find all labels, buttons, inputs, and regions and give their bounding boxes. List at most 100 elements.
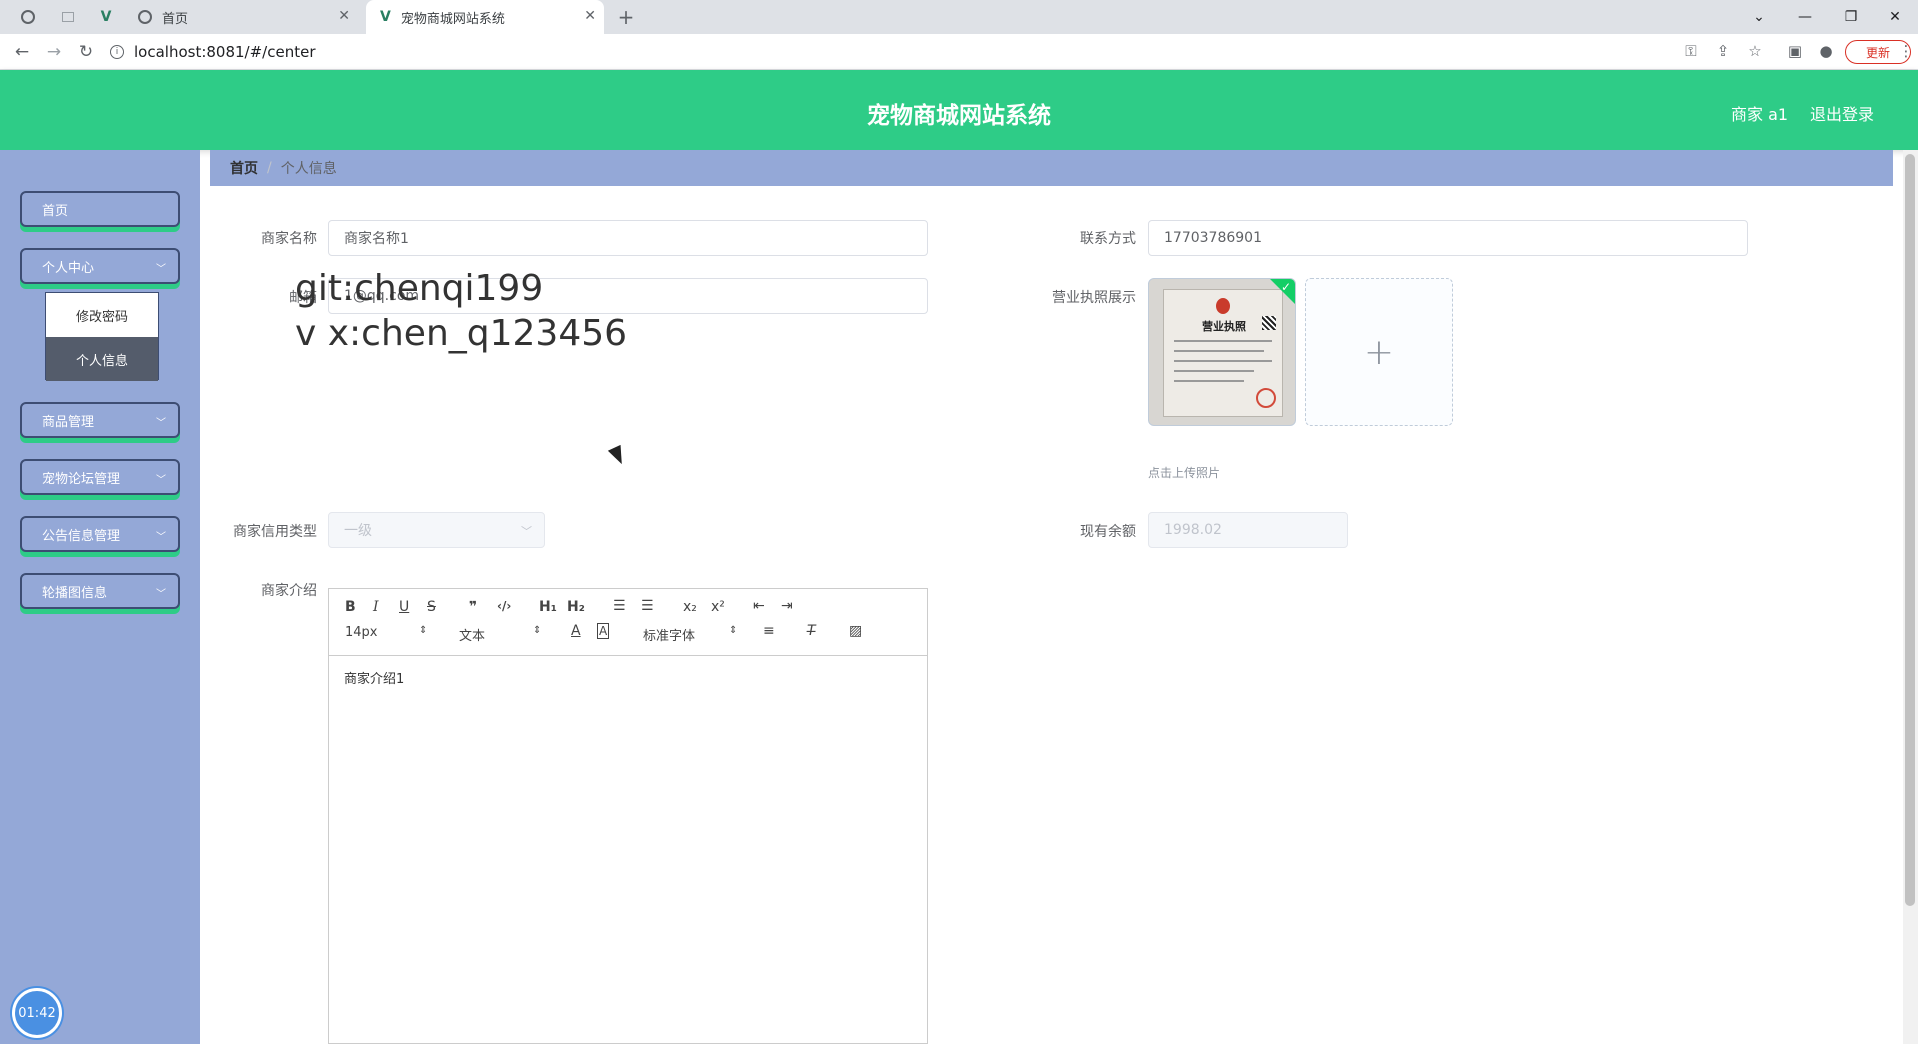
tab-home[interactable]: 首页 ✕: [132, 0, 358, 34]
share-icon[interactable]: ⇪: [1713, 42, 1733, 60]
blockquote-icon[interactable]: ❞: [469, 599, 477, 615]
sidebar-item-home[interactable]: 首页: [20, 191, 180, 227]
sidebar-item-products[interactable]: 商品管理 ﹀: [20, 402, 180, 438]
chevron-down-icon: ﹀: [156, 264, 166, 275]
chevron-down-icon: ﹀: [156, 589, 166, 600]
sidebar-item-announcements[interactable]: 公告信息管理 ﹀: [20, 516, 180, 552]
browser-addressbar: ← → ↻ i localhost:8081/#/center ⚿ ⇪ ☆ ▣ …: [0, 34, 1918, 70]
submenu: 修改密码 个人信息: [45, 292, 159, 381]
heading1-icon[interactable]: H₁: [539, 599, 557, 615]
editor-toolbar: B I U S ❞ ‹/› H₁ H₂ ☰ ☰ x₂ x² ⇤ ⇥ 14px ⇕ …: [329, 589, 927, 656]
scrollbar-thumb[interactable]: [1905, 154, 1915, 906]
upload-plus-button[interactable]: +: [1305, 278, 1453, 426]
watermark-line2: v x:chen_q123456: [295, 313, 628, 354]
chevron-down-icon: ﹀: [521, 525, 532, 538]
sidebar-item-carousel[interactable]: 轮播图信息 ﹀: [20, 573, 180, 609]
emblem-icon: [1216, 298, 1230, 314]
rich-text-editor: B I U S ❞ ‹/› H₁ H₂ ☰ ☰ x₂ x² ⇤ ⇥ 14px ⇕ …: [328, 588, 928, 1044]
timer-badge[interactable]: 01:42: [12, 988, 62, 1038]
app-title: 宠物商城网站系统: [867, 103, 1051, 129]
tab-title: 宠物商城网站系统: [400, 11, 505, 27]
profile-icon[interactable]: ●: [1816, 42, 1836, 60]
new-tab-button[interactable]: +: [616, 5, 636, 29]
close-icon[interactable]: ✕: [338, 8, 350, 24]
sidebar-item-label: 公告信息管理: [42, 528, 121, 544]
ordered-list-icon[interactable]: ☰: [613, 598, 626, 614]
sidebar-item-label: 商品管理: [42, 414, 95, 430]
font-size-select[interactable]: 14px ⇕: [345, 625, 427, 640]
subscript-icon[interactable]: x₂: [683, 599, 697, 615]
sidebar-item-label: 首页: [42, 203, 69, 219]
forward-icon[interactable]: →: [42, 40, 66, 64]
close-icon[interactable]: ✕: [584, 8, 596, 24]
merchant-name-label: 商家名称: [261, 231, 317, 247]
back-icon[interactable]: ←: [10, 40, 34, 64]
breadcrumb-home[interactable]: 首页: [230, 158, 258, 178]
url-bar[interactable]: i localhost:8081/#/center: [110, 38, 1670, 66]
tab-active[interactable]: V 宠物商城网站系统 ✕: [366, 0, 604, 34]
italic-icon[interactable]: I: [373, 599, 379, 615]
sidebar-item-forum[interactable]: 宠物论坛管理 ﹀: [20, 459, 180, 495]
key-icon[interactable]: ⚿: [1681, 42, 1701, 60]
credit-type-select[interactable]: 一级 ﹀: [328, 512, 545, 548]
sidebar-item-personal-center[interactable]: 个人中心 ﹀: [20, 248, 180, 284]
breadcrumb-separator: /: [267, 160, 272, 176]
bullet-list-icon[interactable]: ☰: [641, 598, 654, 614]
tab-favicon-blank-icon[interactable]: [58, 7, 78, 27]
clear-format-icon[interactable]: T̶: [807, 623, 816, 639]
menu-icon[interactable]: ⋮: [1896, 42, 1916, 60]
chevron-down-icon: ﹀: [156, 475, 166, 486]
indent-icon[interactable]: ⇥: [781, 598, 793, 614]
merchant-name-input[interactable]: 商家名称1: [328, 220, 928, 256]
block-type-value: 文本: [459, 629, 486, 644]
align-icon[interactable]: ≡: [763, 623, 775, 639]
strikethrough-icon[interactable]: S: [427, 599, 436, 615]
editor-content[interactable]: 商家介绍1: [329, 656, 927, 699]
chevron-down-icon: ﹀: [156, 532, 166, 543]
vue-icon: V: [380, 9, 391, 25]
tab-search-icon[interactable]: ⌄: [1736, 0, 1782, 34]
submenu-change-password[interactable]: 修改密码: [46, 293, 158, 337]
star-icon[interactable]: ☆: [1745, 42, 1765, 60]
background-color-icon[interactable]: A: [597, 623, 610, 639]
watermark-line1: git:chenqi199: [295, 268, 544, 309]
code-icon[interactable]: ‹/›: [497, 599, 511, 613]
outdent-icon[interactable]: ⇤: [753, 598, 765, 614]
license-line: [1174, 370, 1254, 372]
balance-label: 现有余额: [1080, 524, 1136, 540]
chevron-down-icon: ﹀: [156, 418, 166, 429]
image-icon[interactable]: ▨: [849, 623, 862, 639]
logout-link[interactable]: 退出登录: [1810, 101, 1874, 125]
license-title: 营业执照: [1202, 320, 1246, 333]
upload-tip: 点击上传照片: [1148, 466, 1221, 480]
license-image[interactable]: 营业执照 ✓: [1148, 278, 1296, 426]
qr-code-icon: [1262, 316, 1276, 330]
tab-favicon-globe-icon[interactable]: [18, 7, 38, 27]
restore-icon[interactable]: ❐: [1828, 0, 1874, 34]
underline-icon[interactable]: U: [399, 599, 409, 615]
superscript-icon[interactable]: x²: [711, 599, 725, 615]
window-close-icon[interactable]: ✕: [1872, 0, 1918, 34]
contact-input[interactable]: 17703786901: [1148, 220, 1748, 256]
submenu-personal-info[interactable]: 个人信息: [46, 337, 158, 381]
balance-input[interactable]: 1998.02: [1148, 512, 1348, 548]
minimize-icon[interactable]: —: [1782, 0, 1828, 34]
block-type-select[interactable]: 文本 ⇕: [459, 625, 541, 644]
tab-favicon-vue-icon[interactable]: V: [96, 7, 116, 27]
credit-type-label: 商家信用类型: [233, 524, 317, 540]
font-size-value: 14px: [345, 625, 378, 640]
scrollbar[interactable]: [1903, 150, 1918, 1044]
font-family-value: 标准字体: [643, 629, 696, 644]
select-arrows-icon: ⇕: [419, 625, 428, 636]
font-family-select[interactable]: 标准字体 ⇕: [643, 625, 737, 644]
bold-icon[interactable]: B: [345, 599, 356, 615]
font-color-icon[interactable]: A: [571, 623, 581, 639]
heading2-icon[interactable]: H₂: [567, 599, 585, 615]
license-line: [1174, 380, 1244, 382]
sidepanel-icon[interactable]: ▣: [1785, 42, 1805, 60]
info-icon[interactable]: i: [110, 45, 124, 59]
check-icon: ✓: [1280, 280, 1291, 294]
sidebar-item-label: 个人中心: [42, 260, 95, 276]
tab-title: 首页: [162, 11, 189, 27]
reload-icon[interactable]: ↻: [74, 40, 98, 64]
